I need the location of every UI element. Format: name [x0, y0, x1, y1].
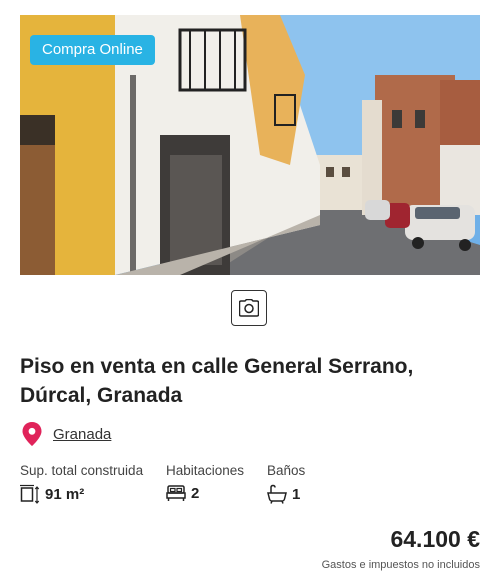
- feature-bathrooms-label: Baños: [267, 463, 306, 478]
- listing-title[interactable]: Piso en venta en calle General Serrano, …: [20, 352, 460, 410]
- bathtub-icon: [267, 484, 287, 504]
- listing-location: Granada: [22, 422, 111, 446]
- listing-price: 64.100 €: [390, 526, 480, 552]
- price-note: Gastos e impuestos no incluidos: [321, 559, 480, 571]
- feature-area-label: Sup. total construida: [20, 463, 144, 478]
- feature-area: Sup. total construida 91 m²: [20, 463, 143, 504]
- location-link[interactable]: Granada: [53, 426, 111, 443]
- photo-gallery-button[interactable]: [231, 290, 267, 326]
- feature-area-value: 91 m²: [45, 485, 85, 503]
- online-purchase-badge: Compra Online: [30, 35, 155, 65]
- feature-bedrooms-label: Habitaciones: [166, 463, 245, 478]
- feature-bathrooms: Baños 1: [267, 463, 305, 504]
- property-photo[interactable]: Compra Online: [20, 15, 480, 275]
- camera-icon: [239, 299, 259, 317]
- bed-icon: [166, 485, 186, 501]
- area-icon: [20, 484, 40, 504]
- feature-bathrooms-value: 1: [292, 485, 301, 503]
- map-pin-icon: [22, 422, 42, 446]
- feature-bedrooms: Habitaciones 2: [166, 463, 244, 502]
- feature-bedrooms-value: 2: [191, 484, 200, 502]
